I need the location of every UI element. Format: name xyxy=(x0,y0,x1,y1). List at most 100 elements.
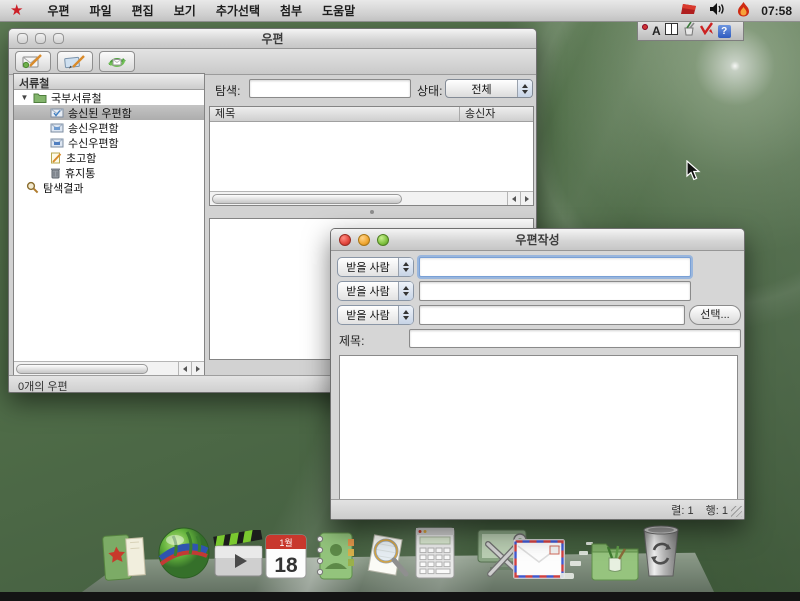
recipient-type-value: 받을 사람 xyxy=(338,259,398,275)
compose-statusbar: 렬: 1 행: 1 xyxy=(331,499,744,519)
minimize-button[interactable] xyxy=(35,33,46,44)
select-recipient-button[interactable]: 선택... xyxy=(689,305,741,325)
column-sender[interactable]: 송신자 xyxy=(460,107,533,121)
inbox-icon xyxy=(50,138,64,148)
message-body-input[interactable] xyxy=(339,355,738,501)
recipient-type-dropdown[interactable]: 받을 사람 xyxy=(337,257,414,277)
calendar-day: 18 xyxy=(274,554,298,577)
ime-brush-tool-button[interactable] xyxy=(682,22,696,41)
column-title[interactable]: 제목 xyxy=(210,107,460,121)
dock-calendar-icon[interactable]: 1월18 xyxy=(264,532,308,585)
dropdown-spinner-icon xyxy=(398,306,413,324)
mail-window-title: 우편 xyxy=(9,30,536,47)
pane-splitter[interactable] xyxy=(209,208,534,216)
scroll-left-button[interactable] xyxy=(507,192,520,205)
folder-label: 송신우편함 xyxy=(68,120,119,136)
flame-ime-icon[interactable] xyxy=(737,2,750,20)
folder-outbox[interactable]: 송신우편함 xyxy=(14,120,204,135)
message-list: 제목 송신자 xyxy=(209,106,534,206)
mail-toolbar xyxy=(9,49,536,75)
folder-drafts[interactable]: 초고함 xyxy=(14,150,204,165)
dropdown-spinner-icon xyxy=(517,80,532,97)
menu-mail[interactable]: 우편 xyxy=(47,2,69,19)
message-list-horizontal-scrollbar[interactable] xyxy=(210,191,533,205)
folder-trash[interactable]: 휴지통 xyxy=(14,165,204,180)
status-filter-dropdown[interactable]: 전체 xyxy=(445,79,533,98)
subject-label: 제목: xyxy=(339,332,364,349)
menu-attach[interactable]: 첨부 xyxy=(280,2,302,19)
zoom-button[interactable] xyxy=(53,33,64,44)
dock-file-search-icon[interactable] xyxy=(358,531,412,586)
dock-calculator-icon[interactable] xyxy=(413,526,457,585)
recipient-input-1[interactable] xyxy=(419,257,691,277)
disclosure-triangle-icon[interactable]: ▼ xyxy=(20,93,29,102)
subject-input[interactable] xyxy=(409,329,741,348)
folder-label: 수신우편함 xyxy=(68,135,119,151)
folder-local-root[interactable]: ▼ 국부서류철 xyxy=(14,90,204,105)
compose-reply-button[interactable] xyxy=(57,51,93,72)
search-results-icon xyxy=(26,181,39,194)
menu-help[interactable]: 도움말 xyxy=(322,2,355,19)
close-button[interactable] xyxy=(17,33,28,44)
dropdown-spinner-icon xyxy=(398,258,413,276)
cursor-row-indicator: 행: 1 xyxy=(706,502,728,518)
mouse-cursor xyxy=(686,160,701,186)
minimize-button[interactable] xyxy=(358,234,370,246)
scroll-right-button[interactable] xyxy=(191,362,204,375)
status-filter-value: 전체 xyxy=(446,81,517,97)
red-flag-icon[interactable] xyxy=(679,2,698,19)
screen-bottom-strip xyxy=(0,592,800,601)
dock-media-player-icon[interactable] xyxy=(212,530,266,585)
dock-web-browser-icon[interactable] xyxy=(157,526,211,585)
new-mail-button[interactable] xyxy=(15,51,51,72)
search-label: 탐색: xyxy=(215,82,240,99)
speaker-icon[interactable] xyxy=(709,2,726,19)
folder-label: 초고함 xyxy=(66,150,96,166)
mail-window-titlebar[interactable]: 우편 xyxy=(9,29,536,49)
ime-layout-button[interactable] xyxy=(665,22,678,40)
recipient-input-3[interactable] xyxy=(419,305,685,325)
folder-sent-mailbox[interactable]: 송신된 우편함 xyxy=(14,105,204,120)
ime-close-button[interactable] xyxy=(642,24,648,30)
recipient-type-dropdown[interactable]: 받을 사람 xyxy=(337,281,414,301)
dropdown-spinner-icon xyxy=(398,282,413,300)
close-button[interactable] xyxy=(339,234,351,246)
folder-label: 국부서류철 xyxy=(51,90,102,106)
ime-pen-mode-button[interactable] xyxy=(700,22,714,40)
scrollbar-thumb[interactable] xyxy=(16,364,148,374)
menu-options[interactable]: 추가선택 xyxy=(216,2,260,19)
dock-applications-folder-icon[interactable] xyxy=(588,534,642,587)
cursor-column-indicator: 렬: 1 xyxy=(671,502,693,518)
recipient-type-value: 받을 사람 xyxy=(338,307,398,323)
ime-help-button[interactable]: ? xyxy=(718,25,731,38)
mail-count-text: 0개의 우편 xyxy=(18,381,68,393)
sidebar-horizontal-scrollbar[interactable] xyxy=(14,361,204,375)
search-input[interactable] xyxy=(249,79,411,98)
compose-window-titlebar[interactable]: 우편작성 xyxy=(331,229,744,251)
recipient-type-dropdown[interactable]: 받을 사람 xyxy=(337,305,414,325)
menu-view[interactable]: 보기 xyxy=(174,2,196,19)
folder-search-results[interactable]: 탐색결과 xyxy=(14,180,204,195)
scroll-right-button[interactable] xyxy=(520,192,533,205)
dock: 1월18 xyxy=(0,518,800,592)
dock-stamp-album-icon[interactable] xyxy=(100,530,150,589)
resize-grip[interactable] xyxy=(731,506,742,517)
message-list-body[interactable] xyxy=(210,122,533,191)
folder-icon xyxy=(33,92,47,103)
recipient-input-2[interactable] xyxy=(419,281,691,301)
red-star-icon[interactable]: ★ xyxy=(10,3,23,18)
scrollbar-thumb[interactable] xyxy=(212,194,402,204)
dock-trash-icon[interactable] xyxy=(640,524,682,585)
folder-inbox[interactable]: 수신우편함 xyxy=(14,135,204,150)
compose-window: 우편작성 받을 사람 받을 사람 받을 사람 선택... 제목: 렬: 1 행:… xyxy=(330,228,745,520)
zoom-button[interactable] xyxy=(377,234,389,246)
menu-file[interactable]: 파일 xyxy=(90,2,112,19)
ime-latin-mode-button[interactable]: A xyxy=(652,24,661,38)
folder-label: 휴지통 xyxy=(65,165,95,181)
dock-address-book-icon[interactable] xyxy=(311,531,357,586)
scroll-left-button[interactable] xyxy=(178,362,191,375)
folder-label: 탐색결과 xyxy=(43,180,83,196)
menu-edit[interactable]: 편집 xyxy=(132,2,154,19)
send-receive-button[interactable] xyxy=(99,51,135,72)
sent-mail-icon xyxy=(50,108,64,118)
